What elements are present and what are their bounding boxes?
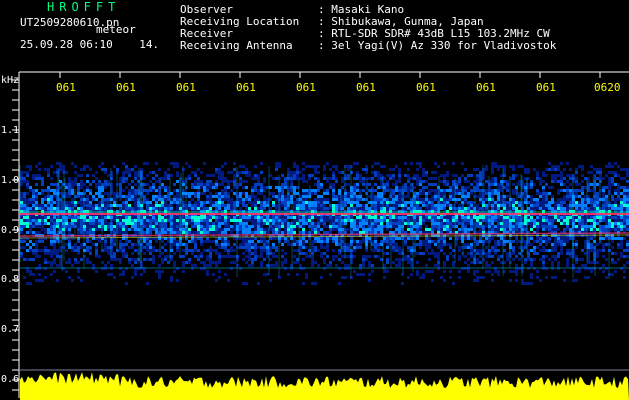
noise-level-bar xyxy=(20,372,629,400)
freq-tick: 0.7 xyxy=(1,324,20,335)
freq-tick: 0.9 xyxy=(1,225,20,236)
freq-tick: 1.0 xyxy=(1,175,20,186)
freq-tick: 1.1 xyxy=(1,125,20,136)
spectrogram xyxy=(12,71,629,400)
freq-tick: 0.6 xyxy=(1,374,20,385)
freq-tick: 0.8 xyxy=(1,274,20,285)
